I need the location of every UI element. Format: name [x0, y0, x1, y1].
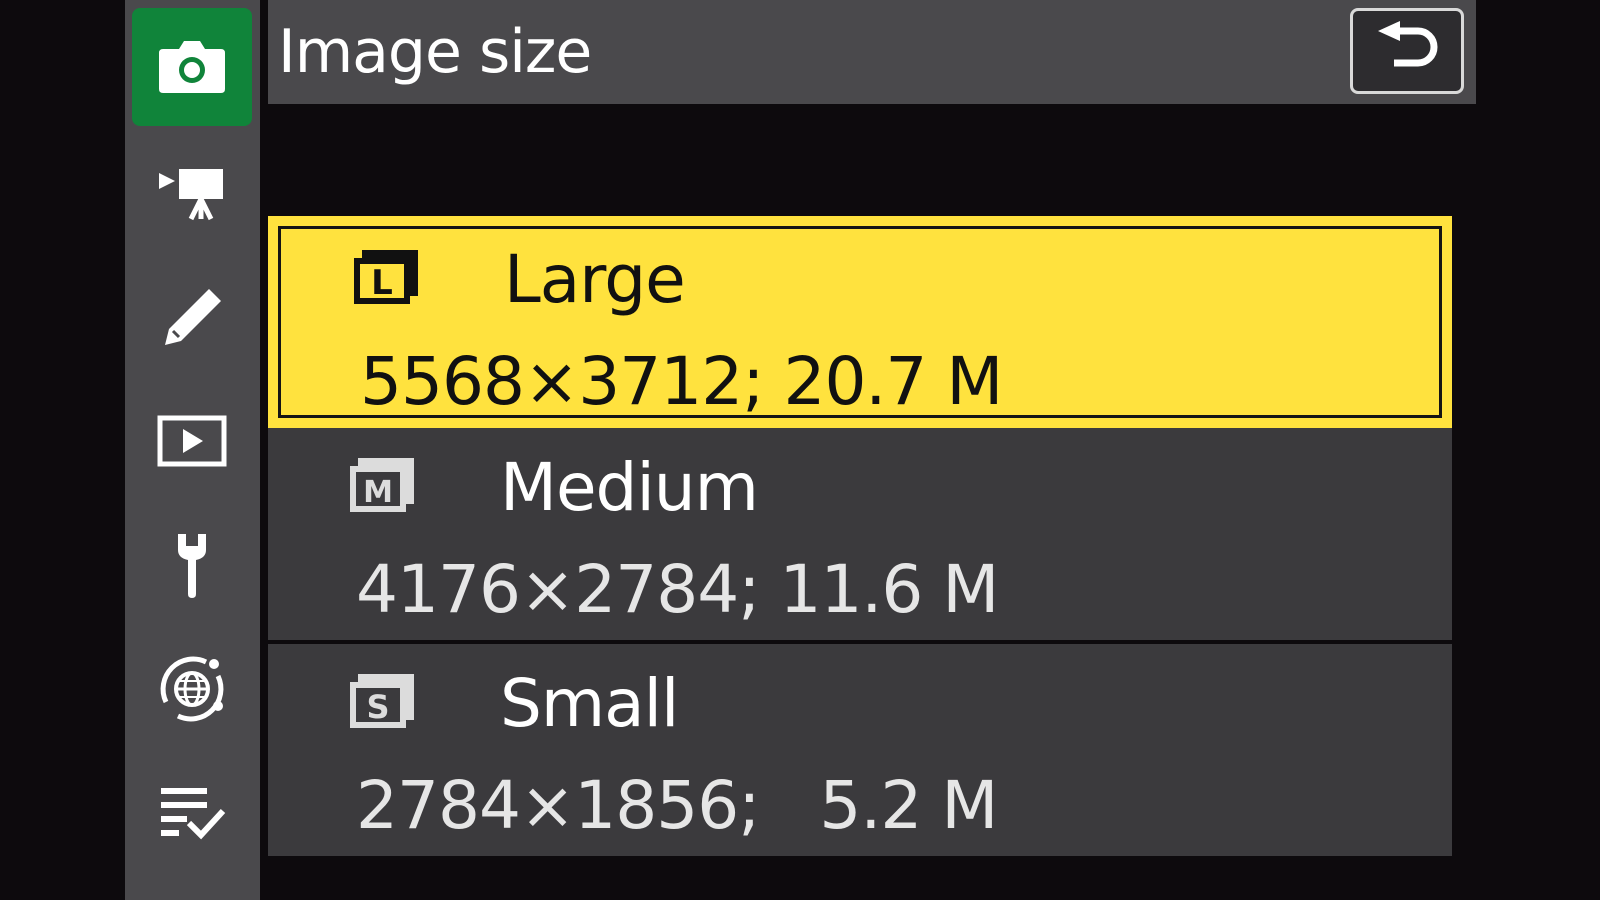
- svg-text:M: M: [363, 475, 393, 510]
- page-title: Image size: [278, 17, 592, 87]
- large-size-icon: L: [354, 250, 418, 304]
- checklist-icon: [161, 788, 226, 840]
- option-label: Large: [504, 241, 686, 318]
- option-large[interactable]: L Large 5568×3712; 20.7 M: [268, 216, 1452, 428]
- option-label: Small: [500, 665, 679, 742]
- sidebar-item-setup[interactable]: [132, 506, 252, 624]
- option-label: Medium: [500, 449, 759, 526]
- option-value: 5568×3712; 20.7 M: [360, 343, 1003, 420]
- svg-text:L: L: [371, 263, 393, 303]
- wrench-icon: [178, 534, 206, 598]
- sidebar-item-my-menu[interactable]: [132, 754, 252, 872]
- option-value: 2784×1856; 5.2 M: [356, 767, 998, 844]
- menu-header: Image size: [268, 0, 1476, 104]
- sidebar-item-photo-shooting[interactable]: [132, 8, 252, 126]
- camera-icon: [159, 41, 225, 93]
- return-arrow-icon: [1378, 21, 1438, 67]
- option-small[interactable]: S Small 2784×1856; 5.2 M: [268, 644, 1452, 856]
- play-icon: [157, 415, 227, 467]
- movie-camera-icon: [159, 169, 223, 221]
- pencil-icon: [165, 289, 221, 345]
- image-size-screen: Image size L Large 5568×3712; 20.7 M M M…: [0, 0, 1600, 900]
- menu-sidebar: [125, 0, 260, 900]
- sidebar-item-playback[interactable]: [132, 382, 252, 500]
- medium-size-icon: M: [350, 458, 414, 512]
- svg-text:S: S: [366, 688, 389, 726]
- option-value: 4176×2784; 11.6 M: [356, 551, 999, 628]
- option-medium[interactable]: M Medium 4176×2784; 11.6 M: [268, 428, 1452, 640]
- sidebar-item-movie-recording[interactable]: [132, 134, 252, 252]
- globe-network-icon: [160, 656, 224, 722]
- back-button[interactable]: [1350, 8, 1464, 94]
- sidebar-item-custom-settings[interactable]: [132, 258, 252, 376]
- sidebar-item-network[interactable]: [132, 630, 252, 748]
- small-size-icon: S: [350, 674, 414, 728]
